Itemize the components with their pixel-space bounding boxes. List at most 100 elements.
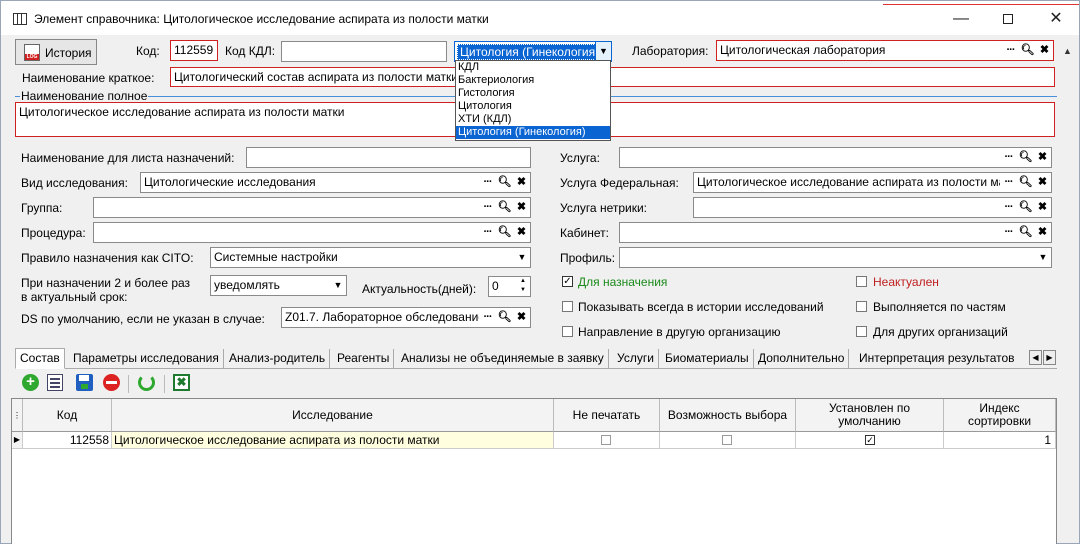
short-name-field[interactable]: Цитологический состав аспирата из полост… [170,67,1055,87]
dropdown-option[interactable]: КДЛ [456,61,610,74]
table-row-code[interactable]: 112558 [23,432,112,449]
clear-icon[interactable]: ✖ [1036,41,1053,60]
tab-scroll-left-icon[interactable]: ◀ [1029,350,1042,365]
minimize-button[interactable]: — [949,9,973,29]
excel-icon[interactable]: ✖ [173,374,193,394]
grid-header-sort-index[interactable]: Индекс сортировки [944,399,1056,432]
search-icon[interactable]: 🔍︎ [1017,173,1034,192]
code-field[interactable]: 112559 [170,40,218,61]
tab-biomaterials[interactable]: Биоматериалы [661,349,754,369]
dropdown-option-selected[interactable]: Цитология (Гинекология) [456,126,610,139]
other-org-dir-checkbox[interactable] [562,326,573,337]
history-button[interactable]: LOG История [15,39,97,65]
kdl-code-field[interactable] [281,41,447,62]
more-icon[interactable]: ··· [479,308,496,327]
repeat-rule-combo[interactable]: уведомлять ▼ [210,275,347,296]
more-icon[interactable]: ··· [1000,173,1017,192]
for-assignment-checkbox[interactable]: ✓ [562,276,573,287]
grid-header-no-print[interactable]: Не печатать [554,399,660,432]
for-other-orgs-checkbox[interactable] [856,326,867,337]
table-row-sort-index[interactable]: 1 [944,432,1056,449]
tab-params[interactable]: Параметры исследования [69,349,224,369]
dropdown-option[interactable]: Гистология [456,87,610,100]
search-icon[interactable]: 🔍︎ [496,223,513,242]
more-icon[interactable]: ··· [1000,148,1017,167]
edit-list-icon[interactable] [47,374,67,394]
table-row-no-print[interactable] [554,432,660,449]
actuality-spinner[interactable]: 0 ▲ ▼ [488,276,531,297]
clear-icon[interactable]: ✖ [1034,223,1051,242]
search-icon[interactable]: 🔍︎ [496,173,513,192]
clear-icon[interactable]: ✖ [513,173,530,192]
clear-icon[interactable]: ✖ [1034,148,1051,167]
close-window-button[interactable]: ✕ [1044,9,1068,29]
search-icon[interactable]: 🔍︎ [1017,198,1034,217]
chevron-down-icon[interactable]: ▼ [514,248,530,267]
table-row-selectable[interactable] [660,432,796,449]
save-icon[interactable] [76,374,96,394]
show-history-checkbox[interactable] [562,301,573,312]
search-icon[interactable]: 🔍︎ [496,198,513,217]
chevron-down-icon[interactable]: ▼ [595,42,611,61]
search-icon[interactable]: 🔍︎ [1019,41,1036,60]
search-icon[interactable]: 🔍︎ [1017,148,1034,167]
scroll-up-icon[interactable]: ▲ [1063,41,1072,61]
clear-icon[interactable]: ✖ [513,223,530,242]
selectable-checkbox[interactable] [722,435,732,445]
tab-scroll-right-icon[interactable]: ▶ [1043,350,1056,365]
table-row-name[interactable]: Цитологическое исследование аспирата из … [112,432,554,449]
more-icon[interactable]: ··· [1002,41,1019,60]
tab-parent[interactable]: Анализ-родитель [225,349,331,369]
maximize-button[interactable] [996,9,1020,29]
by-parts-checkbox[interactable] [856,301,867,312]
tab-services[interactable]: Услуги [613,349,659,369]
service-netrika-field[interactable]: ··· 🔍︎ ✖ [693,197,1052,218]
more-icon[interactable]: ··· [479,223,496,242]
add-icon[interactable]: + [22,374,42,394]
assign-sheet-field[interactable] [246,147,531,168]
tab-reagents[interactable]: Реагенты [333,349,395,369]
clear-icon[interactable]: ✖ [1034,173,1051,192]
grid-header-default[interactable]: Установлен по умолчанию [796,399,944,432]
table-row-default[interactable]: ✓ [796,432,944,449]
spinner-arrows-icon[interactable]: ▲ ▼ [517,277,529,296]
profile-combo[interactable]: ▼ [619,247,1052,268]
refresh-icon[interactable] [138,374,158,394]
category-combo[interactable]: Цитология (Гинекология) ▼ [454,41,612,62]
grid-header-code[interactable]: Код [23,399,112,432]
chevron-down-icon[interactable]: ▼ [1035,248,1051,267]
grid-header-study[interactable]: Исследование [112,399,554,432]
tab-interpretation[interactable]: Интерпретация результатов [855,349,1019,369]
no-print-checkbox[interactable] [601,435,611,445]
service-field[interactable]: ··· 🔍︎ ✖ [619,147,1052,168]
clear-icon[interactable]: ✖ [513,308,530,327]
group-field[interactable]: ··· 🔍︎ ✖ [93,197,531,218]
procedure-field[interactable]: ··· 🔍︎ ✖ [93,222,531,243]
not-actual-checkbox[interactable] [856,276,867,287]
dropdown-option[interactable]: Бактериология [456,74,610,87]
cito-rule-combo[interactable]: Системные настройки ▼ [210,247,531,268]
more-icon[interactable]: ··· [479,173,496,192]
search-icon[interactable]: 🔍︎ [496,308,513,327]
service-fed-field[interactable]: Цитологическое исследование аспирата из … [693,172,1052,193]
tab-additional[interactable]: Дополнительно [754,349,850,369]
clear-icon[interactable]: ✖ [513,198,530,217]
laboratory-field[interactable]: Цитологическая лаборатория ··· 🔍︎ ✖ [716,40,1054,61]
tab-not-combined[interactable]: Анализы не объединяемые в заявку [397,349,609,369]
search-icon[interactable]: 🔍︎ [1017,223,1034,242]
more-icon[interactable]: ··· [479,198,496,217]
tab-sostav[interactable]: Состав [15,348,65,369]
more-icon[interactable]: ··· [1000,223,1017,242]
delete-icon[interactable] [103,374,123,394]
study-type-field[interactable]: Цитологические исследования ··· 🔍︎ ✖ [140,172,531,193]
repeat-rule-label-line2: в актуальный срок: [21,290,128,304]
dropdown-option[interactable]: ХТИ (КДЛ) [456,113,610,126]
cabinet-field[interactable]: ··· 🔍︎ ✖ [619,222,1052,243]
more-icon[interactable]: ··· [1000,198,1017,217]
chevron-down-icon[interactable]: ▼ [330,276,346,295]
grid-header-selectable[interactable]: Возможность выбора [660,399,796,432]
ds-default-field[interactable]: Z01.7. Лабораторное обследование ··· 🔍︎ ✖ [281,307,531,328]
dropdown-option[interactable]: Цитология [456,100,610,113]
default-checkbox[interactable]: ✓ [865,435,875,445]
clear-icon[interactable]: ✖ [1034,198,1051,217]
